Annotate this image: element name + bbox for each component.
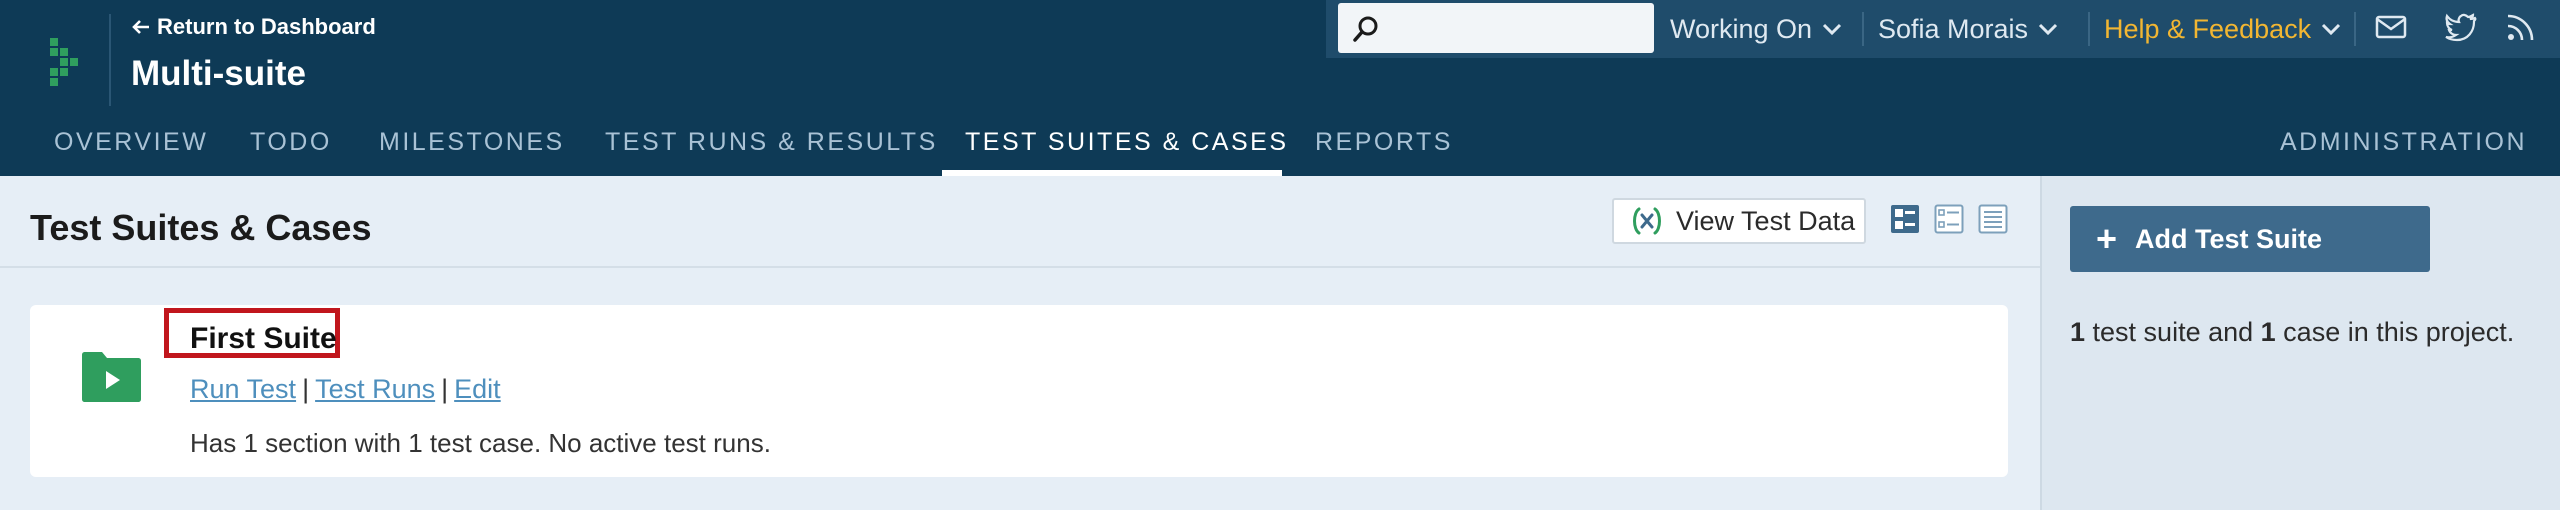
- testrail-logo-icon[interactable]: [40, 36, 86, 90]
- case-count: 1: [2260, 317, 2276, 347]
- test-runs-link[interactable]: Test Runs: [315, 374, 435, 404]
- test-data-icon: [1633, 207, 1661, 235]
- tab-administration[interactable]: ADMINISTRATION: [2280, 118, 2527, 176]
- suite-description: Has 1 section with 1 test case. No activ…: [190, 428, 771, 458]
- project-summary: 1 test suite and 1 case in this project.: [2070, 314, 2514, 350]
- help-label: Help & Feedback: [2104, 14, 2312, 44]
- tab-overview[interactable]: OVERVIEW: [54, 118, 208, 176]
- tab-test-runs-results[interactable]: TEST RUNS & RESULTS: [605, 118, 938, 176]
- rss-icon[interactable]: [2504, 10, 2538, 44]
- search-input[interactable]: [1388, 9, 1642, 49]
- help-feedback-dropdown[interactable]: Help & Feedback: [2104, 0, 2341, 58]
- return-label: Return to Dashboard: [157, 14, 376, 39]
- edit-link[interactable]: Edit: [454, 374, 501, 404]
- suite-name[interactable]: First Suite: [190, 319, 337, 359]
- view-compact-icon[interactable]: [1890, 204, 1920, 234]
- separator: [2354, 12, 2356, 46]
- view-detail-icon[interactable]: [1978, 204, 2008, 234]
- tab-reports[interactable]: REPORTS: [1315, 118, 1453, 176]
- run-test-link[interactable]: Run Test: [190, 374, 296, 404]
- suite-links: Run Test | Test Runs | Edit: [190, 371, 501, 407]
- chevron-down-icon: [1823, 23, 1842, 36]
- suite-card: First Suite Run Test | Test Runs | Edit Has …: [30, 305, 2008, 477]
- separator: [2088, 12, 2090, 46]
- sidebar: + Add Test Suite 1 test suite and 1 case…: [2040, 176, 2560, 510]
- chevron-down-icon: [2039, 23, 2058, 36]
- top-header: Return to Dashboard Multi-suite Working …: [0, 0, 2560, 176]
- link-separator: |: [441, 374, 449, 404]
- search-box[interactable]: [1338, 3, 1654, 53]
- mail-icon[interactable]: [2374, 10, 2408, 44]
- page-title: Test Suites & Cases: [30, 207, 372, 248]
- user-name: Sofia Morais: [1878, 14, 2029, 44]
- add-test-suite-button[interactable]: + Add Test Suite: [2070, 206, 2430, 272]
- logo-divider: [109, 14, 111, 106]
- view-test-data-button[interactable]: View Test Data: [1612, 198, 1866, 244]
- arrow-left-icon: [132, 20, 149, 34]
- return-to-dashboard-link[interactable]: Return to Dashboard: [131, 10, 376, 44]
- view-test-data-label: View Test Data: [1676, 205, 1856, 236]
- plus-icon: +: [2096, 218, 2118, 259]
- main-content: Test Suites & Cases View Test Data First…: [0, 176, 2040, 510]
- project-title: Multi-suite: [131, 54, 306, 93]
- link-separator: |: [302, 374, 310, 404]
- tab-todo[interactable]: TODO: [250, 118, 332, 176]
- tab-test-suites-cases[interactable]: TEST SUITES & CASES: [965, 118, 1289, 176]
- add-test-suite-label: Add Test Suite: [2135, 223, 2323, 254]
- working-on-dropdown[interactable]: Working On: [1670, 0, 1842, 58]
- tab-milestones[interactable]: MILESTONES: [379, 118, 565, 176]
- divider: [0, 266, 2040, 268]
- suite-count: 1: [2070, 317, 2086, 347]
- chevron-down-icon: [2322, 23, 2341, 36]
- user-menu-dropdown[interactable]: Sofia Morais: [1878, 0, 2058, 58]
- summary-text: case in this project.: [2275, 317, 2515, 347]
- view-list-icon[interactable]: [1934, 204, 1964, 234]
- working-on-label: Working On: [1670, 14, 1813, 44]
- folder-play-icon[interactable]: [80, 349, 142, 403]
- twitter-icon[interactable]: [2444, 10, 2478, 44]
- search-icon: [1353, 16, 1378, 42]
- summary-text: test suite and: [2085, 317, 2261, 347]
- main-nav: OVERVIEW TODO MILESTONES TEST RUNS & RES…: [0, 118, 2560, 176]
- separator: [1862, 12, 1864, 46]
